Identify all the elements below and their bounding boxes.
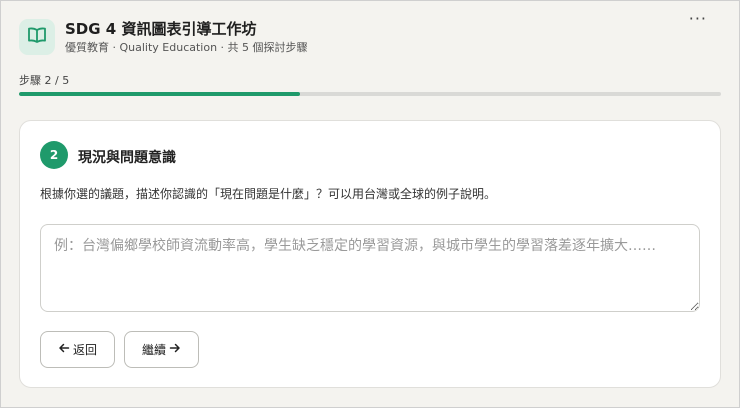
app-subtitle: 優質教育 · Quality Education · 共 5 個探討步驟	[65, 41, 308, 54]
continue-button[interactable]: 繼續	[124, 331, 199, 368]
arrow-right-icon	[169, 342, 181, 357]
title-block: SDG 4 資訊圖表引導工作坊 優質教育 · Quality Education…	[65, 19, 308, 55]
step-counter: 步驟 2 / 5	[19, 74, 70, 87]
more-options-icon[interactable]: ···	[689, 9, 707, 28]
progress-bar	[19, 92, 721, 96]
app-logo	[19, 19, 55, 55]
step-card: 2 現況與問題意識 根據你選的議題，描述你認識的「現在問題是什麼」？可以用台灣或…	[19, 120, 721, 388]
back-button[interactable]: 返回	[40, 331, 115, 368]
continue-button-label: 繼續	[141, 343, 166, 357]
back-button-label: 返回	[72, 343, 97, 357]
step-number-badge: 2	[40, 141, 68, 169]
header: SDG 4 資訊圖表引導工作坊 優質教育 · Quality Education…	[19, 9, 721, 57]
step-prompt: 根據你選的議題，描述你認識的「現在問題是什麼」？可以用台灣或全球的例子說明。	[40, 187, 497, 201]
progress-bar-fill	[19, 92, 300, 96]
open-book-icon	[27, 26, 47, 48]
step-title: 現況與問題意識	[78, 150, 176, 166]
arrow-left-icon	[58, 342, 70, 357]
answer-textarea[interactable]	[40, 224, 700, 312]
app-title: SDG 4 資訊圖表引導工作坊	[65, 20, 257, 38]
workshop-page: SDG 4 資訊圖表引導工作坊 優質教育 · Quality Education…	[0, 0, 740, 408]
